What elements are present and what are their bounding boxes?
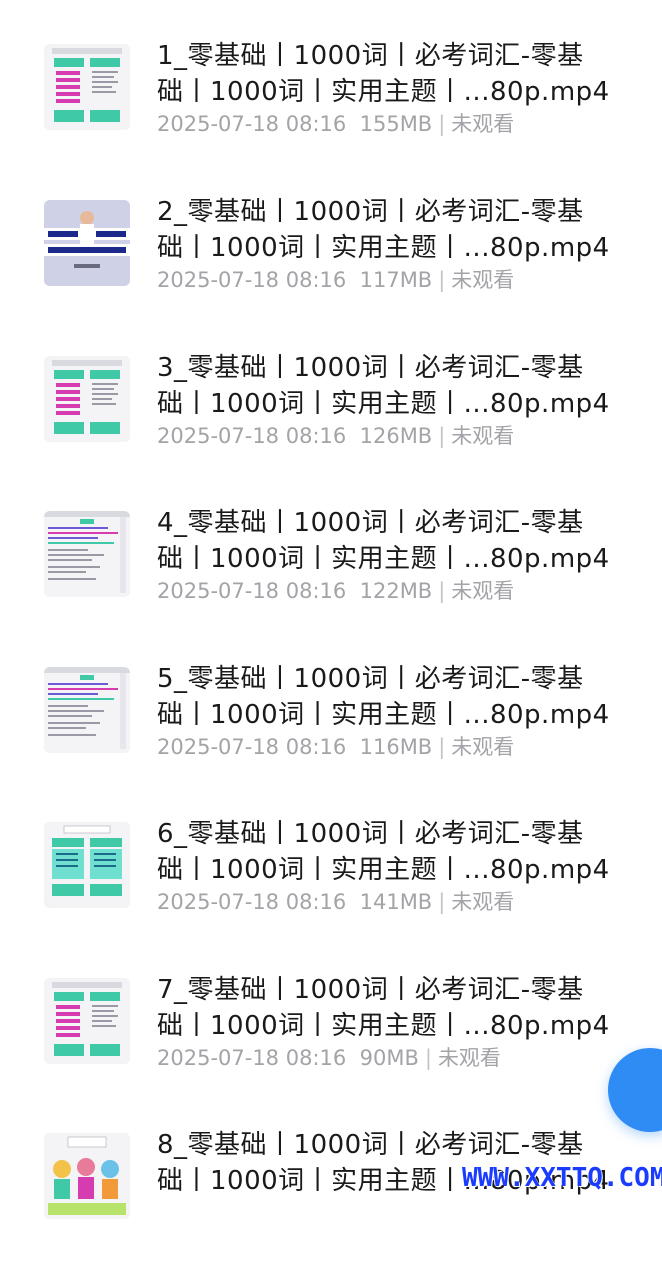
list-item[interactable]: 8_零基础丨1000词丨必考词汇-零基 础丨1000词丨实用主题丨...80p.… <box>0 1127 662 1277</box>
list-item[interactable]: 3_零基础丨1000词丨必考词汇-零基 础丨1000词丨实用主题丨...80p.… <box>0 350 662 500</box>
video-size: 116MB <box>359 735 433 759</box>
video-size: 126MB <box>359 424 433 448</box>
video-date: 2025-07-18 08:16 <box>157 112 347 136</box>
video-title: 5_零基础丨1000词丨必考词汇-零基 础丨1000词丨实用主题丨...80p.… <box>157 664 610 730</box>
watch-status: 未观看 <box>451 112 515 136</box>
list-item[interactable]: 5_零基础丨1000词丨必考词汇-零基 础丨1000词丨实用主题丨...80p.… <box>0 661 662 811</box>
video-title: 1_零基础丨1000词丨必考词汇-零基 础丨1000词丨实用主题丨...80p.… <box>157 41 610 107</box>
video-thumbnail[interactable] <box>44 356 130 442</box>
video-title: 2_零基础丨1000词丨必考词汇-零基 础丨1000词丨实用主题丨...80p.… <box>157 197 610 263</box>
video-date: 2025-07-18 08:16 <box>157 1046 347 1070</box>
video-date: 2025-07-18 08:16 <box>157 735 347 759</box>
video-title: 7_零基础丨1000词丨必考词汇-零基 础丨1000词丨实用主题丨...80p.… <box>157 975 610 1041</box>
watermark-text: WWW.XXTTQ.COM <box>462 1163 662 1193</box>
slide-thumbnail-image <box>44 200 130 286</box>
watch-status: 未观看 <box>451 890 515 914</box>
video-title: 4_零基础丨1000词丨必考词汇-零基 础丨1000词丨实用主题丨...80p.… <box>157 508 610 574</box>
list-item[interactable]: 4_零基础丨1000词丨必考词汇-零基 础丨1000词丨实用主题丨...80p.… <box>0 505 662 655</box>
video-thumbnail[interactable] <box>44 511 130 597</box>
video-meta: 2025-07-18 08:16 90MB | 未观看 <box>157 1046 501 1070</box>
video-meta: 2025-07-18 08:16 155MB | 未观看 <box>157 112 515 136</box>
video-meta: 2025-07-18 08:16 126MB | 未观看 <box>157 424 515 448</box>
video-thumbnail[interactable] <box>44 978 130 1064</box>
slide-thumbnail-image <box>44 667 130 753</box>
watch-status: 未观看 <box>451 268 515 292</box>
video-meta: 2025-07-18 08:16 122MB | 未观看 <box>157 579 515 603</box>
watch-status: 未观看 <box>451 735 515 759</box>
slide-thumbnail-image <box>44 822 130 908</box>
video-size: 90MB <box>359 1046 419 1070</box>
watch-status: 未观看 <box>451 579 515 603</box>
slide-thumbnail-image <box>44 44 130 130</box>
video-size: 117MB <box>359 268 433 292</box>
video-thumbnail[interactable] <box>44 667 130 753</box>
slide-thumbnail-image <box>44 511 130 597</box>
video-thumbnail[interactable] <box>44 822 130 908</box>
list-item[interactable]: 1_零基础丨1000词丨必考词汇-零基 础丨1000词丨实用主题丨...80p.… <box>0 38 662 188</box>
video-size: 122MB <box>359 579 433 603</box>
slide-thumbnail-image <box>44 1133 130 1219</box>
list-item[interactable]: 6_零基础丨1000词丨必考词汇-零基 础丨1000词丨实用主题丨...80p.… <box>0 816 662 966</box>
video-date: 2025-07-18 08:16 <box>157 268 347 292</box>
video-date: 2025-07-18 08:16 <box>157 890 347 914</box>
video-thumbnail[interactable] <box>44 200 130 286</box>
video-meta: 2025-07-18 08:16 116MB | 未观看 <box>157 735 515 759</box>
slide-thumbnail-image <box>44 978 130 1064</box>
watch-status: 未观看 <box>451 424 515 448</box>
video-meta: 2025-07-18 08:16 141MB | 未观看 <box>157 890 515 914</box>
slide-thumbnail-image <box>44 356 130 442</box>
watch-status: 未观看 <box>437 1046 501 1070</box>
video-date: 2025-07-18 08:16 <box>157 579 347 603</box>
list-item[interactable]: 7_零基础丨1000词丨必考词汇-零基 础丨1000词丨实用主题丨...80p.… <box>0 972 662 1122</box>
video-size: 155MB <box>359 112 433 136</box>
video-thumbnail[interactable] <box>44 1133 130 1219</box>
video-size: 141MB <box>359 890 433 914</box>
video-meta: 2025-07-18 08:16 117MB | 未观看 <box>157 268 515 292</box>
list-item[interactable]: 2_零基础丨1000词丨必考词汇-零基 础丨1000词丨实用主题丨...80p.… <box>0 194 662 344</box>
video-title: 3_零基础丨1000词丨必考词汇-零基 础丨1000词丨实用主题丨...80p.… <box>157 353 610 419</box>
video-date: 2025-07-18 08:16 <box>157 424 347 448</box>
video-title: 6_零基础丨1000词丨必考词汇-零基 础丨1000词丨实用主题丨...80p.… <box>157 819 610 885</box>
video-thumbnail[interactable] <box>44 44 130 130</box>
